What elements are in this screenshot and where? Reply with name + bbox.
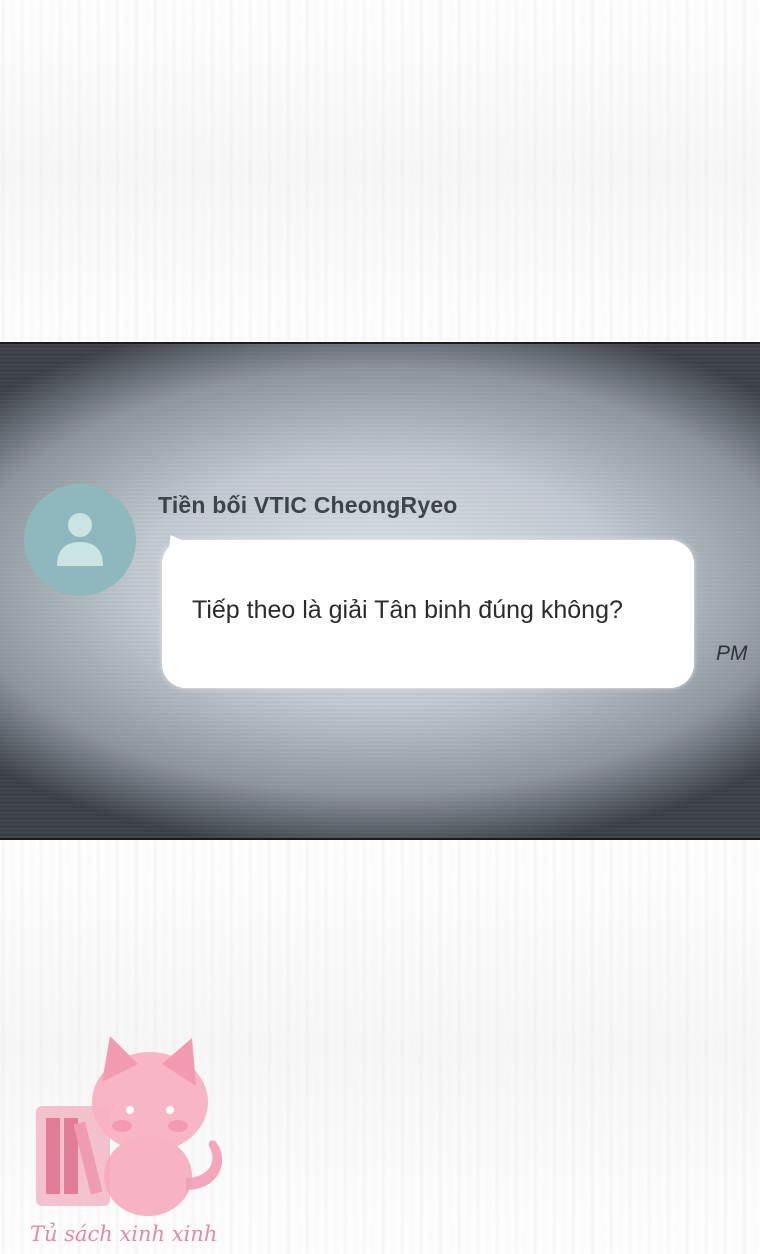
message-bubble[interactable]: Tiếp theo là giải Tân binh đúng không? [162,540,694,688]
watermark: Tủ sách xinh xinh [30,1030,250,1254]
cat-books-logo [36,1036,223,1216]
top-background [0,0,760,342]
avatar[interactable] [24,484,136,596]
message-time: PM [716,642,748,665]
sender-name: Tiền bối VTIC CheongRyeo [158,492,458,518]
chat-panel: Tiền bối VTIC CheongRyeo Tiếp theo là gi… [0,342,760,840]
watermark-text: Tủ sách xinh xinh [30,1222,218,1246]
user-icon [57,513,103,566]
message-text: Tiếp theo là giải Tân binh đúng không? [192,596,623,624]
